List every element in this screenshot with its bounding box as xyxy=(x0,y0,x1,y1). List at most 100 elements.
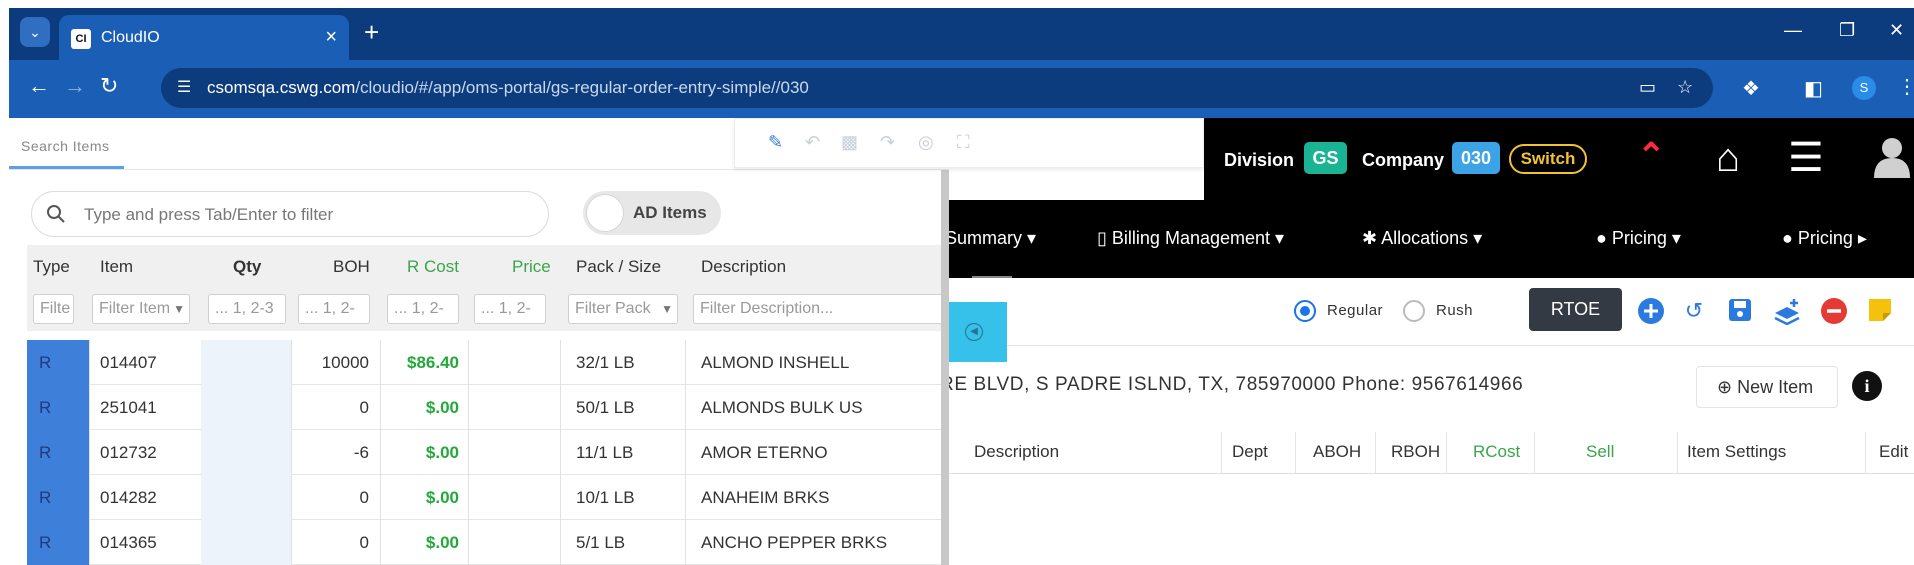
col-rcost[interactable]: R Cost xyxy=(407,257,459,277)
browser-menu-icon[interactable]: ⋮ xyxy=(1897,74,1914,99)
grid-col-item-settings[interactable]: Item Settings xyxy=(1687,442,1786,462)
asterisk-icon: ✱ xyxy=(1362,228,1378,248)
nav-billing-management[interactable]: ▯ Billing Management ▾ xyxy=(1097,228,1284,249)
boh-filter[interactable]: ... 1, 2- xyxy=(298,294,370,324)
qty-cell[interactable] xyxy=(201,430,291,475)
qty-filter[interactable]: ... 1, 2-3 xyxy=(208,294,286,324)
back-icon[interactable]: ← xyxy=(28,74,50,98)
bookmark-star-icon[interactable]: ☆ xyxy=(1677,77,1693,98)
col-price[interactable]: Price xyxy=(512,257,551,277)
remove-circle-icon[interactable] xyxy=(1820,297,1848,325)
pack-filter[interactable]: Filter Pack ▼ xyxy=(568,294,678,324)
edit-icon[interactable]: ✎ xyxy=(768,132,783,153)
side-panel-icon[interactable]: ◧ xyxy=(1804,76,1823,101)
grid-col-edit[interactable]: Edit xyxy=(1879,442,1908,462)
tab-close-icon[interactable]: × xyxy=(325,26,337,49)
description-cell: ANAHEIM BRKS xyxy=(701,488,830,507)
col-qty[interactable]: Qty xyxy=(233,257,261,277)
table-row[interactable]: R 014282 0 $.00 10/1 LB ANAHEIM BRKS xyxy=(27,475,949,520)
pack-cell: 11/1 LB xyxy=(576,443,634,462)
window-close-icon[interactable]: ✕ xyxy=(1889,20,1904,41)
item-filter-box xyxy=(31,191,549,237)
cell-divider xyxy=(380,520,381,565)
grid-col-rcost[interactable]: RCost xyxy=(1473,442,1520,462)
extensions-icon[interactable]: ❖ xyxy=(1742,76,1760,101)
install-app-icon[interactable]: ▭ xyxy=(1639,77,1656,98)
table-row[interactable]: R 012732 -6 $.00 11/1 LB AMOR ETERNO xyxy=(27,430,949,475)
chevron-double-up-icon[interactable]: ⌃ xyxy=(1637,136,1666,176)
minimize-icon[interactable]: — xyxy=(1784,20,1802,41)
url-field[interactable]: ☰ csomsqa.cswg.com/cloudio/#/app/oms-por… xyxy=(161,68,1713,108)
collapse-left-icon: ◀ xyxy=(965,323,983,341)
nav-pricing-2[interactable]: ● Pricing ▸ xyxy=(1782,228,1867,249)
search-items-tab[interactable]: Search Items xyxy=(21,138,109,154)
collapse-panel-button[interactable]: ◀ xyxy=(945,302,1007,362)
cell-divider xyxy=(685,385,686,430)
info-icon[interactable]: i xyxy=(1852,371,1882,401)
item-filter[interactable]: Filter Item ▼ xyxy=(92,294,190,324)
grid-col-sell[interactable]: Sell xyxy=(1586,442,1614,462)
regular-radio[interactable] xyxy=(1294,300,1316,322)
qty-cell[interactable] xyxy=(201,520,291,565)
browser-address-bar: ← → ↻ ☰ csomsqa.cswg.com/cloudio/#/app/o… xyxy=(9,60,1914,118)
table-row[interactable]: R 014407 10000 $86.40 32/1 LB ALMOND INS… xyxy=(27,340,949,385)
forward-icon[interactable]: → xyxy=(64,74,86,98)
grid-col-aboh[interactable]: ABOH xyxy=(1313,442,1361,462)
table-row[interactable]: R 251041 0 $.00 50/1 LB ALMONDS BULK US xyxy=(27,385,949,430)
grid-col-dept[interactable]: Dept xyxy=(1232,442,1268,462)
col-type[interactable]: Type xyxy=(33,257,70,277)
undo-icon[interactable]: ↶ xyxy=(805,132,820,153)
site-settings-icon[interactable]: ☰ xyxy=(177,79,195,97)
grid-col-rboh[interactable]: RBOH xyxy=(1391,442,1440,462)
qty-cell[interactable] xyxy=(201,340,291,385)
col-item[interactable]: Item xyxy=(100,257,133,277)
nav-pricing[interactable]: ● Pricing ▾ xyxy=(1596,228,1681,249)
price-filter[interactable]: ... 1, 2- xyxy=(474,294,546,324)
cell-divider xyxy=(291,430,292,475)
profile-avatar[interactable]: S xyxy=(1852,76,1876,100)
hamburger-menu-icon[interactable]: ☰ xyxy=(1788,136,1824,180)
redo-icon[interactable]: ↷ xyxy=(880,132,895,153)
grid-divider xyxy=(1295,432,1296,474)
restore-icon[interactable]: ❐ xyxy=(1839,20,1855,41)
rtoe-button[interactable]: RTOE xyxy=(1529,288,1622,331)
grid-divider xyxy=(1375,432,1376,474)
user-avatar-icon[interactable] xyxy=(1870,134,1914,178)
save-record-icon[interactable]: ▩ xyxy=(841,132,858,153)
new-tab-icon[interactable]: + xyxy=(364,17,379,47)
cell-divider xyxy=(380,430,381,475)
ad-items-label: AD Items xyxy=(633,203,707,222)
type-filter[interactable]: Filte xyxy=(33,294,74,324)
panel-resize-handle[interactable] xyxy=(941,170,949,565)
rush-radio[interactable] xyxy=(1403,300,1425,322)
nav-allocations[interactable]: ✱ Allocations ▾ xyxy=(1362,228,1482,249)
qty-cell[interactable] xyxy=(201,385,291,430)
cell-divider xyxy=(685,475,686,520)
top-strip xyxy=(0,0,1914,8)
switch-button[interactable]: Switch xyxy=(1509,144,1587,174)
grid-col-description[interactable]: Description xyxy=(974,442,1059,462)
col-boh[interactable]: BOH xyxy=(333,257,370,277)
new-item-button[interactable]: ⊕ New Item xyxy=(1696,366,1838,408)
ad-items-toggle[interactable]: AD Items xyxy=(583,191,721,235)
table-row[interactable]: R 014365 0 $.00 5/1 LB ANCHO PEPPER BRKS xyxy=(27,520,949,565)
history-icon[interactable]: ↺ xyxy=(1680,297,1708,325)
layers-add-icon[interactable] xyxy=(1772,297,1800,326)
fullscreen-icon[interactable]: ⛶ xyxy=(957,132,970,153)
plus-circle-icon: ⊕ xyxy=(1717,377,1733,397)
reload-icon[interactable]: ↻ xyxy=(100,74,118,98)
col-description[interactable]: Description xyxy=(701,257,786,277)
tab-search-dropdown-icon[interactable]: ⌄ xyxy=(20,17,50,47)
rcost-filter[interactable]: ... 1, 2- xyxy=(387,294,459,324)
hide-icon[interactable]: ◎ xyxy=(918,132,934,153)
add-circle-icon[interactable] xyxy=(1637,297,1665,325)
sticky-note-icon[interactable] xyxy=(1866,297,1894,325)
nav-summary[interactable]: Summary ▾ xyxy=(945,228,1036,249)
description-filter[interactable]: Filter Description... xyxy=(693,294,943,324)
qty-cell[interactable] xyxy=(201,475,291,520)
home-icon[interactable]: ⌂ xyxy=(1716,136,1740,180)
col-pack-size[interactable]: Pack / Size xyxy=(576,257,661,277)
save-icon[interactable] xyxy=(1726,297,1754,325)
browser-tab[interactable]: CI CloudIO × xyxy=(59,15,349,60)
item-filter-input[interactable] xyxy=(84,202,524,228)
